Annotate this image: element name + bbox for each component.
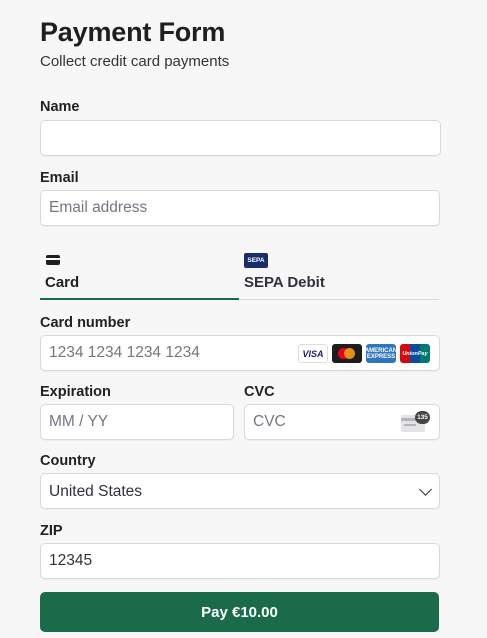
amex-icon: AMERICAN EXPRESS	[366, 344, 396, 363]
page-subtitle: Collect credit card payments	[40, 53, 230, 70]
unionpay-icon: UnionPay	[400, 344, 430, 363]
cvc-code-badge: 135	[415, 411, 430, 424]
tab-card-label: Card	[45, 274, 80, 291]
email-input[interactable]	[41, 191, 439, 225]
cvc-icon: 135	[401, 411, 431, 433]
mastercard-icon	[332, 344, 362, 363]
cvc-field[interactable]: 135	[244, 404, 440, 440]
visa-icon: VISA	[298, 344, 328, 363]
name-input[interactable]	[41, 121, 440, 155]
email-label: Email	[40, 170, 79, 186]
tab-sepa-debit[interactable]: SEPA SEPA Debit	[239, 248, 439, 300]
chevron-down-icon	[419, 483, 432, 496]
country-label: Country	[40, 453, 96, 469]
sepa-icon: SEPA	[244, 253, 268, 268]
name-field[interactable]	[40, 120, 441, 156]
cvc-label: CVC	[244, 384, 275, 400]
card-number-field[interactable]: VISA AMERICAN EXPRESS UnionPay	[40, 335, 440, 371]
name-label: Name	[40, 99, 80, 115]
email-field[interactable]	[40, 190, 440, 226]
zip-input[interactable]	[41, 544, 439, 578]
expiration-input[interactable]	[41, 405, 233, 439]
expiration-label: Expiration	[40, 384, 111, 400]
card-icon	[46, 255, 60, 265]
card-number-label: Card number	[40, 315, 131, 331]
country-value: United States	[49, 483, 143, 500]
zip-label: ZIP	[40, 523, 63, 539]
tab-card[interactable]: Card	[40, 248, 239, 300]
tab-sepa-label: SEPA Debit	[244, 274, 325, 291]
zip-field[interactable]	[40, 543, 440, 579]
card-brand-list: VISA AMERICAN EXPRESS UnionPay	[298, 344, 430, 363]
page-title: Payment Form	[40, 17, 226, 47]
pay-button[interactable]: Pay €10.00	[40, 592, 439, 632]
country-select[interactable]: United States	[40, 473, 440, 509]
expiration-field[interactable]	[40, 404, 234, 440]
